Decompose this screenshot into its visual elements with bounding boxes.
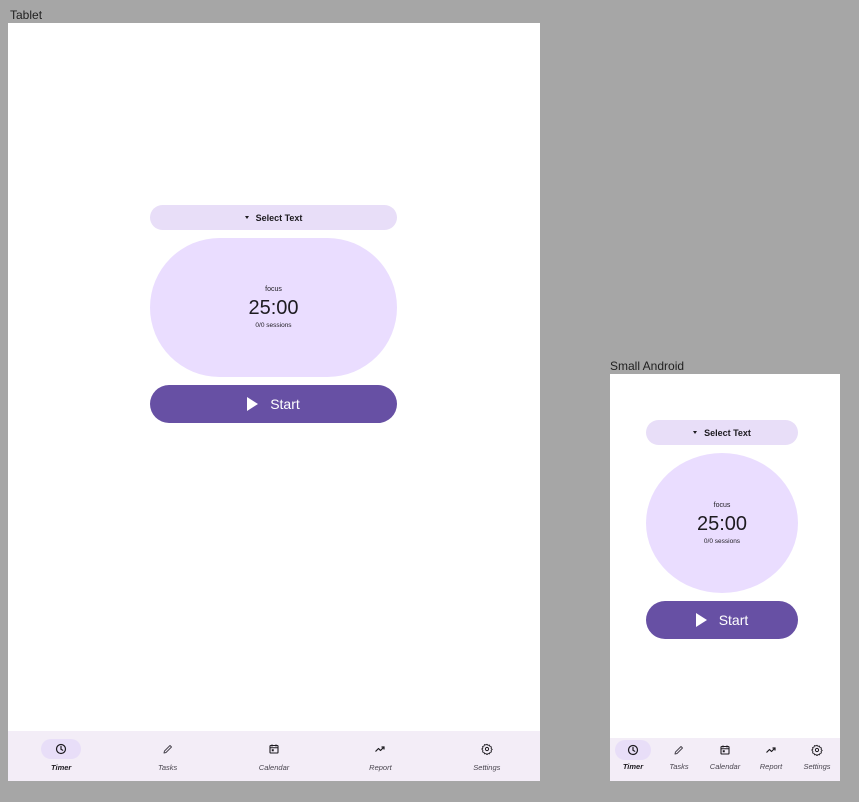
bottom-navigation: Timer Tasks Calendar Report Settings (8, 731, 540, 781)
play-icon (695, 613, 707, 627)
timer-display: focus 25:00 0/0 sessions (150, 238, 397, 377)
nav-icon-slot (753, 740, 789, 760)
nav-active-indicator (615, 740, 651, 760)
nav-icon-slot (799, 740, 835, 760)
pencil-icon (163, 745, 172, 754)
nav-label-settings: Settings (473, 763, 501, 772)
start-button[interactable]: Start (150, 385, 397, 423)
small-android-frame-label: Small Android (610, 359, 685, 373)
timer-display: focus 25:00 0/0 sessions (646, 453, 798, 593)
select-text-dropdown[interactable]: Select Text (150, 205, 397, 230)
start-button[interactable]: Start (646, 601, 798, 639)
nav-icon-slot (254, 739, 294, 759)
nav-label-settings: Settings (803, 762, 831, 771)
caret-down-icon (693, 431, 698, 434)
nav-item-calendar[interactable]: Calendar (221, 739, 327, 781)
start-button-label: Start (270, 396, 300, 412)
timer-sessions: 0/0 sessions (255, 322, 292, 329)
gear-icon (481, 743, 493, 755)
clock-icon (627, 744, 639, 756)
dropdown-label: Select Text (255, 212, 303, 223)
nav-item-report[interactable]: Report (748, 740, 794, 781)
nav-icon-slot (148, 739, 188, 759)
select-text-dropdown[interactable]: Select Text (646, 420, 798, 445)
timer-mode-label: focus (713, 501, 731, 509)
nav-icon-slot (467, 739, 507, 759)
gear-icon (811, 744, 823, 756)
nav-icon-slot (661, 740, 697, 760)
nav-item-timer[interactable]: Timer (610, 740, 656, 781)
calendar-icon (269, 744, 279, 754)
start-button-label: Start (718, 612, 749, 628)
nav-item-settings[interactable]: Settings (434, 739, 540, 781)
pencil-icon (674, 746, 683, 755)
nav-item-calendar[interactable]: Calendar (702, 740, 748, 781)
play-icon (247, 397, 259, 411)
caret-down-icon (244, 216, 249, 219)
nav-label-calendar: Calendar (709, 762, 741, 771)
nav-item-settings[interactable]: Settings (794, 740, 840, 781)
dropdown-label: Select Text (704, 427, 751, 438)
trend-icon (766, 747, 776, 753)
trend-icon (375, 746, 386, 752)
tablet-frame: Select Text focus 25:00 0/0 sessions Sta… (8, 23, 540, 781)
nav-label-report: Report (759, 762, 783, 771)
nav-label-tasks: Tasks (669, 762, 689, 771)
nav-icon-slot (707, 740, 743, 760)
timer-time: 25:00 (696, 512, 748, 535)
nav-label-calendar: Calendar (258, 763, 290, 772)
nav-item-timer[interactable]: Timer (8, 739, 114, 781)
timer-time: 25:00 (248, 297, 299, 319)
nav-label-report: Report (369, 763, 392, 772)
small-android-frame: Select Text focus 25:00 0/0 sessions Sta… (610, 374, 840, 781)
clock-icon (56, 743, 67, 755)
nav-item-report[interactable]: Report (327, 739, 433, 781)
nav-label-timer: Timer (51, 763, 72, 772)
nav-label-timer: Timer (622, 762, 644, 771)
nav-icon-slot (360, 739, 400, 759)
nav-active-indicator (41, 739, 82, 759)
nav-label-tasks: Tasks (157, 763, 178, 772)
bottom-navigation: Timer Tasks Calendar Report Settings (610, 738, 840, 781)
nav-item-tasks[interactable]: Tasks (656, 740, 702, 781)
tablet-frame-label: Tablet (10, 8, 43, 22)
calendar-icon (720, 745, 730, 755)
timer-mode-label: focus (265, 286, 282, 293)
timer-sessions: 0/0 sessions (703, 537, 741, 545)
nav-item-tasks[interactable]: Tasks (114, 739, 220, 781)
